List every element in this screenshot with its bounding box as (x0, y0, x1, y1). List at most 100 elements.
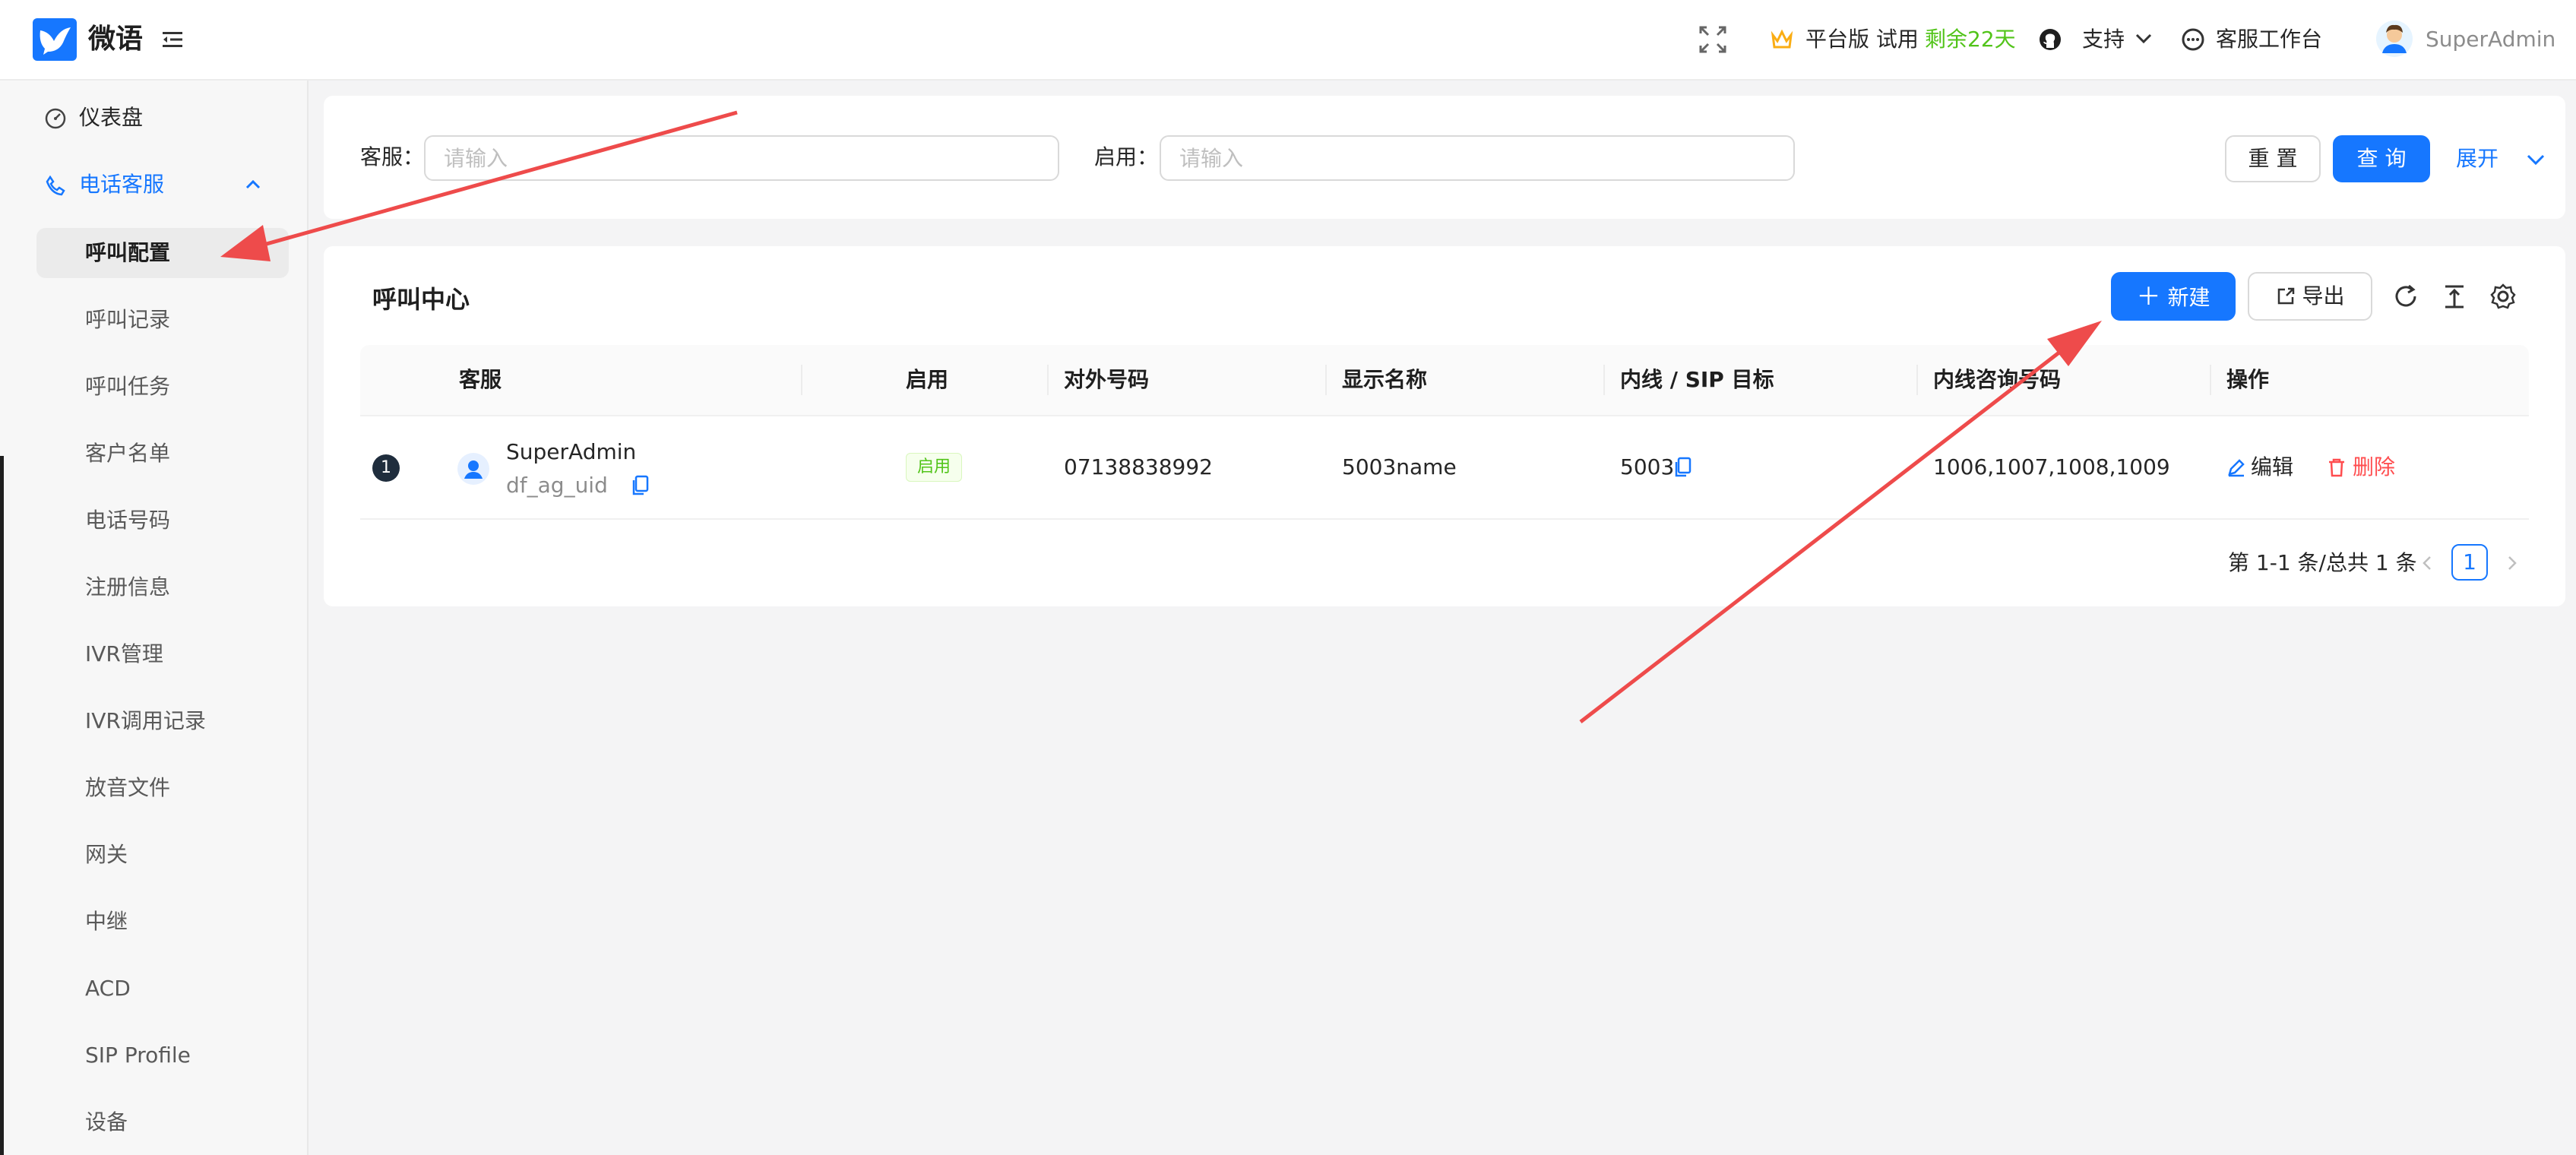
sidebar-item-label: 呼叫配置 (85, 240, 171, 265)
reset-button[interactable]: 重 置 (2225, 135, 2321, 182)
chevron-down-icon[interactable] (2526, 152, 2546, 167)
agent-avatar-icon (464, 460, 483, 479)
sidebar-item-label: 呼叫记录 (85, 307, 171, 332)
plan-label: 平台版 试用 (1805, 27, 1919, 52)
trial-remaining: 剩余22天 (1925, 27, 2016, 52)
column-divider (1916, 365, 1918, 395)
table-header: 客服 启用 对外号码 显示名称 内线 / SIP 目标 内线咨询号码 操作 (360, 345, 2529, 416)
agent-workbench-link[interactable]: 客服工作台 (2216, 23, 2322, 56)
search-form: 客服： 启用： 重 置 查 询 展开 (324, 96, 2565, 219)
sidebar-item-sip-profile[interactable]: SIP Profile (0, 1030, 307, 1081)
sidebar-item-label: 中继 (85, 909, 128, 934)
sidebar-item-ivr[interactable]: IVR管理 (0, 629, 307, 679)
next-page-icon[interactable] (2505, 555, 2520, 571)
column-agent[interactable]: 客服 (459, 345, 502, 415)
reload-icon[interactable] (2391, 281, 2421, 312)
table-title: 呼叫中心 (372, 285, 470, 314)
agent-filter-label: 客服： (360, 144, 425, 169)
prev-page-icon[interactable] (2419, 555, 2435, 571)
sidebar-item-call-records[interactable]: 呼叫记录 (0, 295, 307, 345)
edit-icon[interactable] (2226, 457, 2246, 477)
sidebar-item-call-tasks[interactable]: 呼叫任务 (0, 362, 307, 412)
sidebar-item-label: 放音文件 (85, 775, 171, 800)
pagination-summary: 第 1-1 条/总共 1 条 (2228, 550, 2417, 575)
export-button[interactable]: 导出 (2248, 272, 2372, 321)
outbound-number-cell: 07138838992 (1064, 454, 1213, 479)
export-icon (2277, 287, 2294, 305)
sidebar-item-label: 呼叫任务 (85, 374, 171, 399)
github-icon[interactable] (2038, 27, 2062, 52)
copy-icon[interactable] (1673, 456, 1693, 479)
menu-collapse-icon[interactable] (163, 30, 182, 49)
sidebar-item-label: IVR管理 (85, 641, 163, 666)
sidebar-item-label: 电话客服 (79, 172, 165, 197)
consult-numbers-cell: 1006,1007,1008,1009 (1933, 454, 2170, 479)
crown-icon (1771, 29, 1793, 49)
column-display-name[interactable]: 显示名称 (1342, 345, 1427, 415)
call-center-table-card: 呼叫中心 ＋ 新建 导出 客服 启用 对外号码 显示名称 内线 / SIP 目标… (324, 246, 2565, 606)
sidebar-item-phone-service[interactable]: 电话客服 (0, 160, 307, 210)
sidebar-item-label: 注册信息 (85, 574, 171, 600)
app-name[interactable]: 微语 (88, 18, 143, 61)
agent-uid: df_ag_uid (506, 473, 608, 498)
avatar[interactable] (2375, 20, 2413, 58)
query-button[interactable]: 查 询 (2333, 135, 2430, 182)
sidebar-item-customer-list[interactable]: 客户名单 (0, 429, 307, 479)
top-header: 微语 平台版 试用 剩余22天 支持 客服工作台 SuperAdmin (0, 0, 2576, 81)
sidebar-item-label: 电话号码 (85, 508, 171, 533)
sidebar-item-dashboard[interactable]: 仪表盘 (0, 93, 307, 143)
dashboard-icon (45, 108, 66, 129)
page-number-current[interactable]: 1 (2451, 544, 2488, 581)
agent-name: SuperAdmin (506, 439, 637, 464)
expand-link[interactable]: 展开 (2456, 135, 2498, 182)
density-icon[interactable] (2439, 281, 2470, 312)
chevron-up-icon[interactable] (245, 176, 261, 193)
fullscreen-icon[interactable] (1698, 24, 1728, 55)
display-name-cell: 5003name (1342, 454, 1457, 479)
new-button[interactable]: ＋ 新建 (2111, 272, 2236, 321)
enabled-status-badge: 启用 (906, 453, 963, 482)
sidebar-item-label: 设备 (85, 1109, 128, 1134)
enabled-filter-input[interactable] (1160, 135, 1795, 181)
bird-logo-icon[interactable] (33, 18, 77, 61)
extension-cell: 5003 (1620, 454, 1675, 479)
sidebar: 仪表盘 电话客服 呼叫配置 呼叫记录 呼叫任务 客户名单 电话号码 注册信息 I… (0, 81, 309, 1155)
column-divider (801, 365, 802, 395)
agent-filter-input[interactable] (424, 135, 1059, 181)
delete-link[interactable]: 删除 (2353, 416, 2395, 518)
column-enabled[interactable]: 启用 (906, 345, 948, 415)
column-extension[interactable]: 内线 / SIP 目标 (1620, 345, 1774, 415)
sidebar-item-audio-files[interactable]: 放音文件 (0, 763, 307, 813)
sidebar-item-acd[interactable]: ACD (0, 964, 307, 1014)
sidebar-item-phone-numbers[interactable]: 电话号码 (0, 495, 307, 546)
new-button-label: 新建 (2167, 285, 2210, 310)
phone-icon (46, 175, 65, 196)
sidebar-item-call-config[interactable]: 呼叫配置 (36, 228, 289, 278)
settings-gear-icon[interactable] (2488, 281, 2518, 312)
export-button-label: 导出 (2302, 283, 2345, 309)
column-consult-numbers[interactable]: 内线咨询号码 (1933, 345, 2061, 415)
column-actions: 操作 (2226, 367, 2270, 392)
sidebar-item-trunk[interactable]: 中继 (0, 897, 307, 947)
column-divider (2210, 365, 2211, 395)
sidebar-item-label: 仪表盘 (79, 105, 144, 130)
sidebar-item-devices[interactable]: 设备 (0, 1097, 307, 1147)
column-outbound-number[interactable]: 对外号码 (1064, 345, 1149, 415)
delete-icon[interactable] (2327, 457, 2347, 477)
edit-link[interactable]: 编辑 (2251, 416, 2293, 518)
user-name[interactable]: SuperAdmin (2426, 23, 2555, 56)
sidebar-item-label: 网关 (85, 842, 128, 867)
enabled-filter-label: 启用： (1094, 144, 1159, 169)
chat-icon[interactable] (2181, 27, 2205, 52)
sidebar-item-registration[interactable]: 注册信息 (0, 562, 307, 612)
sidebar-item-label: 客户名单 (85, 441, 171, 466)
table-row: 1 SuperAdmin df_ag_uid 启用 07138838992 50… (360, 416, 2529, 520)
column-divider (1325, 365, 1327, 395)
sidebar-item-gateway[interactable]: 网关 (0, 830, 307, 880)
agent-avatar (457, 453, 489, 485)
chevron-down-icon[interactable] (2135, 32, 2152, 46)
support-menu[interactable]: 支持 (2082, 23, 2125, 56)
sidebar-item-ivr-logs[interactable]: IVR调用记录 (0, 696, 307, 746)
copy-icon[interactable] (631, 474, 650, 497)
row-index: 1 (372, 454, 400, 482)
